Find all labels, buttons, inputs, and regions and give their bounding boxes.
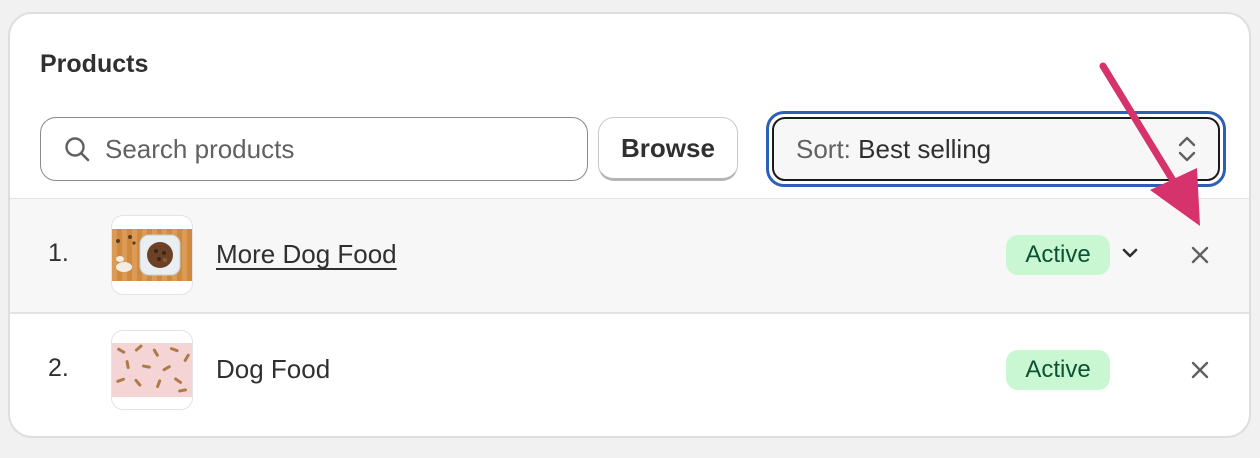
products-card: Products Browse Sort: Best selling 1. [8,12,1251,438]
browse-button[interactable]: Browse [598,117,738,181]
row-index: 2. [48,354,69,382]
sort-select-focus-ring: Sort: Best selling [766,111,1226,187]
product-name-link[interactable]: More Dog Food [216,239,397,270]
sort-prefix: Sort: [796,133,851,164]
sort-text: Sort: Best selling [796,134,991,165]
product-row: 2. Dog Food Active [10,314,1249,427]
status-badge: Active [1006,350,1110,390]
product-name: Dog Food [216,354,331,384]
sort-select[interactable]: Sort: Best selling [772,117,1220,181]
dog-food-bowl-image [112,229,192,281]
card-title: Products [40,50,149,78]
bone-treats-pattern-image [112,343,192,397]
product-row: 1. More Dog Food Active [10,199,1249,312]
search-icon [65,137,90,162]
close-icon[interactable] [1188,243,1212,267]
status-badge: Active [1006,235,1110,275]
search-input[interactable] [105,133,545,165]
search-field[interactable] [40,117,588,181]
product-thumbnail [111,330,193,410]
product-thumbnail [111,215,193,295]
row-index: 1. [48,239,69,267]
close-icon[interactable] [1188,358,1212,382]
chevron-down-icon[interactable] [1118,241,1142,265]
select-arrows-icon [1178,136,1196,162]
sort-value: Best selling [858,133,992,164]
